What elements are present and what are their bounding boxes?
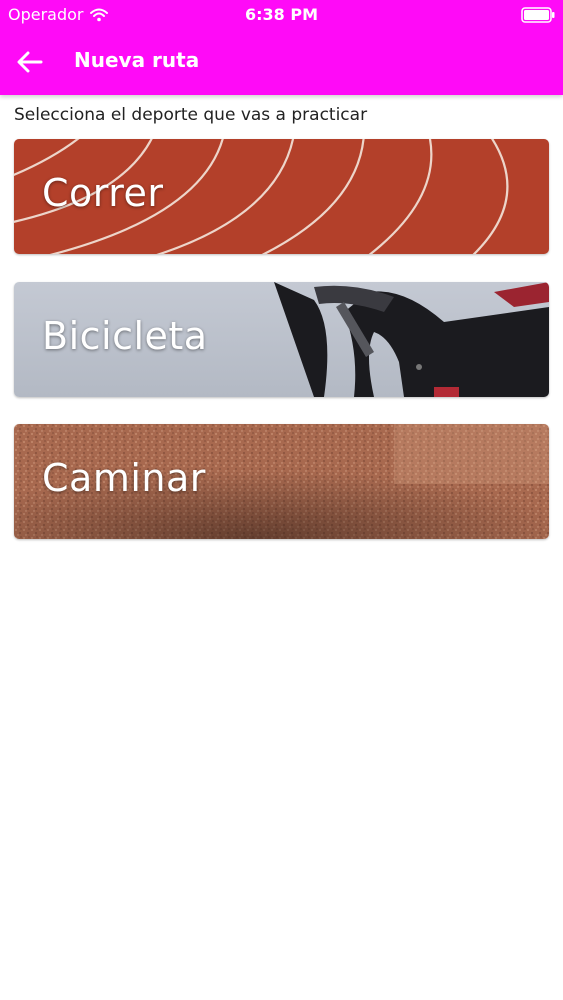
battery-icon bbox=[521, 7, 555, 23]
status-bar: Operador 6:38 PM bbox=[0, 0, 563, 30]
page-title: Nueva ruta bbox=[74, 48, 200, 72]
app-header: Operador 6:38 PM Nueva ruta bbox=[0, 0, 563, 95]
sport-label-caminar: Caminar bbox=[42, 456, 206, 500]
sport-card-bicicleta[interactable]: Bicicleta bbox=[14, 282, 549, 397]
sport-label-bicicleta: Bicicleta bbox=[42, 314, 208, 358]
sport-card-correr[interactable]: Correr bbox=[14, 139, 549, 254]
status-time: 6:38 PM bbox=[244, 5, 318, 24]
sport-label-correr: Correr bbox=[42, 171, 164, 215]
sport-prompt: Selecciona el deporte que vas a practica… bbox=[14, 105, 368, 125]
sport-card-caminar[interactable]: Caminar bbox=[14, 424, 549, 539]
arrow-left-icon bbox=[17, 51, 43, 73]
back-button[interactable] bbox=[12, 46, 48, 78]
app-screen: Operador 6:38 PM Nueva ruta Selecciona e… bbox=[0, 0, 563, 1000]
navigation-bar: Nueva ruta bbox=[0, 30, 563, 95]
